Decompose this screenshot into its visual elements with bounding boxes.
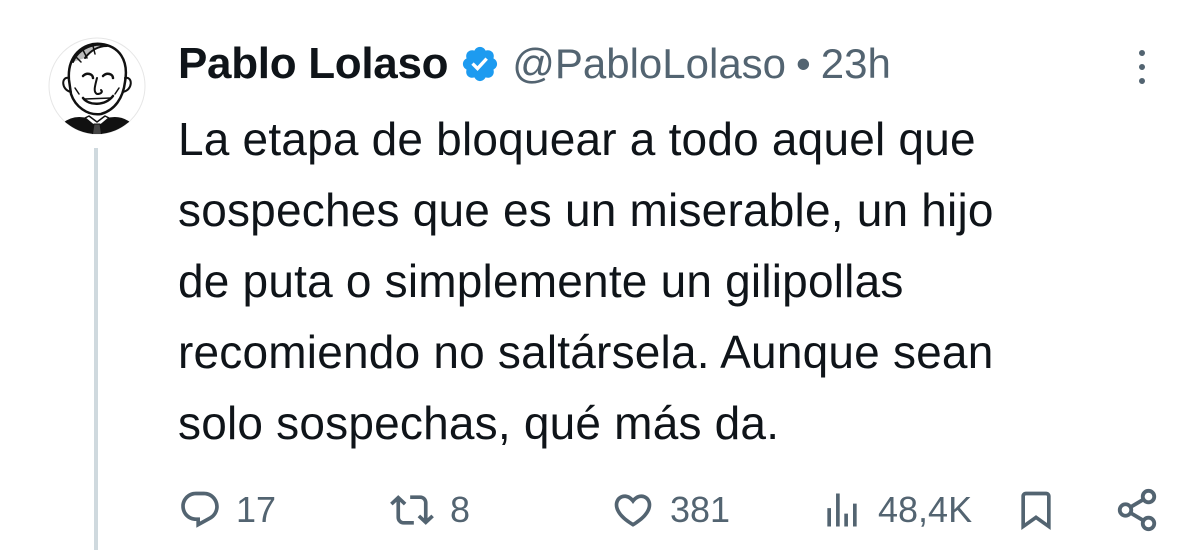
tweet[interactable]: Pablo Lolaso @PabloLolaso • 23h La etapa… <box>0 0 1200 550</box>
tweet-header: Pablo Lolaso @PabloLolaso • 23h <box>178 36 891 92</box>
views-button[interactable]: 48,4K <box>820 486 972 534</box>
heart-icon <box>614 494 652 527</box>
like-button[interactable]: 381 <box>610 486 730 534</box>
views-icon <box>827 493 857 527</box>
avatar[interactable] <box>45 32 149 144</box>
tweet-text-line: de puta o simplemente un gilipollas <box>178 255 904 307</box>
more-icon[interactable] <box>1132 50 1152 84</box>
tweet-text-line: La etapa de bloquear a todo aquel que <box>178 113 976 165</box>
tweet-text-line: solo sospechas, qué más da. <box>178 397 780 449</box>
retweet-count: 8 <box>450 489 471 530</box>
retweet-button[interactable]: 8 <box>388 486 470 534</box>
avatar-image <box>48 37 146 135</box>
thread-line <box>94 148 98 550</box>
bookmark-icon <box>1021 491 1051 531</box>
author-name[interactable]: Pablo Lolaso <box>178 39 449 89</box>
tweet-text-line: recomiendo no saltársela. Aunque sean <box>178 326 994 378</box>
reply-button[interactable]: 17 <box>178 486 276 534</box>
reply-icon <box>181 491 219 528</box>
action-bar: 17 8 381 48,4K <box>178 480 1168 540</box>
retweet-icon <box>390 495 434 525</box>
views-count: 48,4K <box>878 489 973 530</box>
like-count: 381 <box>670 489 731 530</box>
share-icon <box>1117 488 1157 532</box>
separator-dot: • <box>796 40 811 87</box>
tweet-text-line: sospeches que es un miserable, un hijo <box>178 184 994 236</box>
author-handle[interactable]: @PabloLolaso <box>512 40 786 88</box>
bookmark-button[interactable] <box>1014 486 1058 534</box>
verified-badge-icon <box>463 46 498 82</box>
tweet-text: La etapa de bloquear a todo aquel que so… <box>178 104 1168 459</box>
tweet-timestamp[interactable]: 23h <box>821 40 891 88</box>
reply-count: 17 <box>236 489 277 530</box>
share-button[interactable] <box>1114 486 1160 534</box>
